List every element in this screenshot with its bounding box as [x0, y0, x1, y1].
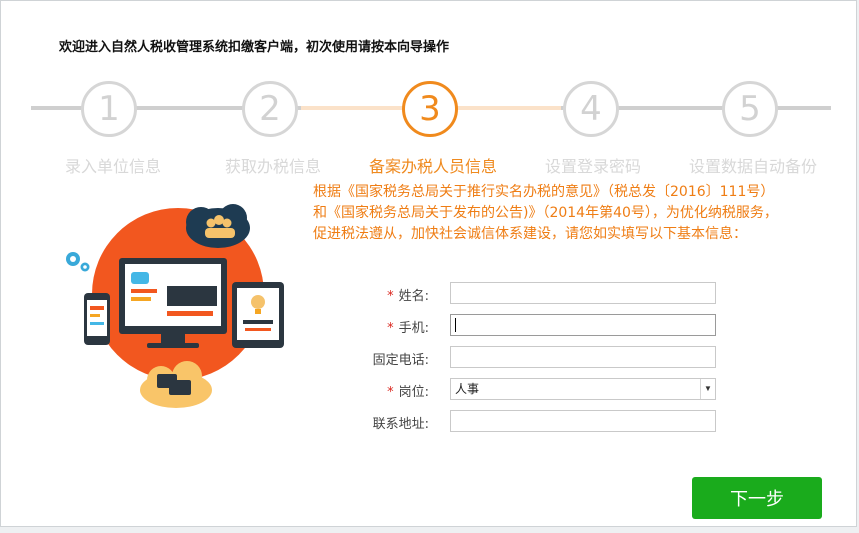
address-label: 联系地址:	[372, 417, 429, 432]
page-title: 欢迎进入自然人税收管理系统扣缴客户端，初次使用请按本向导操作	[59, 40, 450, 55]
step-5-label: 设置数据自动备份	[688, 157, 817, 176]
name-input[interactable]	[450, 282, 716, 304]
phone-input[interactable]	[450, 314, 716, 336]
step-2-label: 获取办税信息	[224, 157, 321, 176]
chevron-down-icon[interactable]: ▼	[700, 379, 715, 399]
step-1-label: 录入单位信息	[64, 157, 161, 176]
position-label: * 岗位:	[387, 385, 429, 400]
address-row: 联系地址:	[301, 410, 741, 434]
position-selected-value: 人事	[455, 382, 480, 396]
gear-icon	[66, 252, 90, 272]
name-row: * 姓名:	[301, 282, 741, 306]
wizard-window: 欢迎进入自然人税收管理系统扣缴客户端，初次使用请按本向导操作 1 2 3 4 5…	[0, 0, 857, 527]
landline-input[interactable]	[450, 346, 716, 368]
phone-row: * 手机:	[301, 314, 741, 338]
step-5-circle: 5	[722, 81, 778, 137]
position-row: * 岗位: 人事 ▼	[301, 378, 741, 402]
required-mark: *	[387, 321, 394, 336]
text-caret	[455, 318, 456, 332]
step-4-label: 设置登录密码	[544, 157, 641, 176]
required-mark: *	[387, 289, 394, 304]
name-label: * 姓名:	[387, 289, 429, 304]
step-3-circle: 3	[402, 81, 458, 137]
step-1-circle: 1	[81, 81, 137, 137]
lightbulb-icon	[251, 295, 265, 309]
illustration	[66, 204, 284, 408]
realname-notice: 根据《国家税务总局关于推行实名办税的意见》（税总发〔2016〕111号）和《国家…	[313, 184, 778, 242]
required-mark: *	[387, 385, 394, 400]
position-select[interactable]: 人事 ▼	[450, 378, 716, 400]
step-4-circle: 4	[563, 81, 619, 137]
phone-icon	[84, 293, 110, 345]
step-3-label: 备案办税人员信息	[368, 157, 497, 176]
cloud-people-icon	[186, 204, 250, 248]
next-button[interactable]: 下一步	[692, 477, 822, 519]
tablet-icon	[232, 282, 284, 348]
step-2-circle: 2	[242, 81, 298, 137]
landline-row: 固定电话:	[301, 346, 741, 370]
address-input[interactable]	[450, 410, 716, 432]
phone-label: * 手机:	[387, 321, 429, 336]
landline-label: 固定电话:	[372, 353, 429, 368]
